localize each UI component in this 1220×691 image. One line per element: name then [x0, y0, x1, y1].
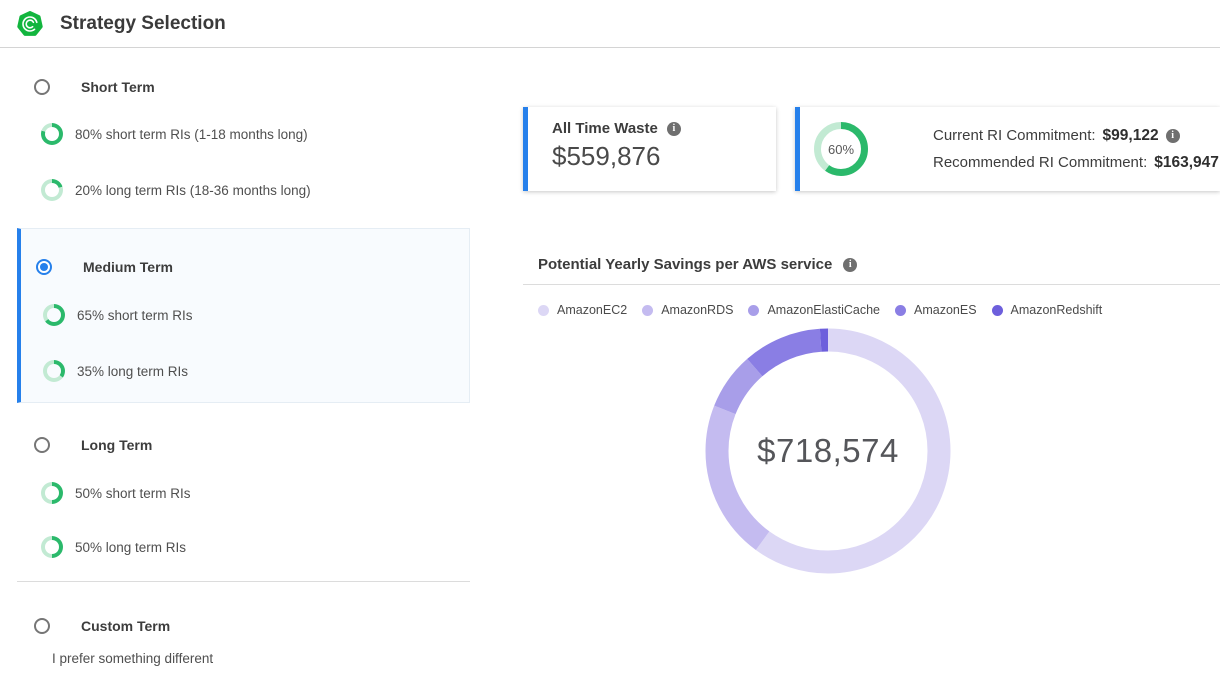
strategy-option-medium-term[interactable]: Medium Term: [36, 255, 173, 279]
strategy-label: Medium Term: [83, 259, 173, 275]
ri-split-label: 50% long term RIs: [75, 540, 186, 555]
ri-commitment-card: 60% Current RI Commitment: $99,122 Recom…: [795, 107, 1220, 191]
page-title: Strategy Selection: [60, 13, 226, 35]
ri-split-row: 50% long term RIs: [41, 535, 186, 559]
section-divider: [17, 581, 470, 582]
strategy-section-long-term: Long Term 50% short term RIs 50% long te…: [17, 425, 470, 575]
legend-dot: [642, 305, 653, 316]
coverage-gauge: 60%: [814, 122, 868, 176]
page-header: Strategy Selection: [0, 0, 1220, 48]
chart-title-row: Potential Yearly Savings per AWS service: [538, 256, 857, 273]
ri-split-label: 65% short term RIs: [77, 308, 193, 323]
current-ri-commitment-value: $99,122: [1103, 127, 1159, 145]
ri-split-label: 80% short term RIs (1-18 months long): [75, 127, 308, 142]
strategy-label: Long Term: [81, 437, 152, 453]
waste-card-value: $559,876: [552, 141, 776, 172]
legend-label: AmazonElastiCache: [767, 303, 880, 317]
info-icon[interactable]: [843, 258, 857, 272]
progress-ring-50-short: [41, 482, 63, 504]
legend-item-amazonelasticache[interactable]: AmazonElastiCache: [748, 303, 880, 317]
recommended-ri-commitment-label: Recommended RI Commitment:: [933, 154, 1147, 171]
strategy-label: Short Term: [81, 79, 155, 95]
info-icon[interactable]: [667, 122, 681, 136]
strategy-option-short-term[interactable]: Short Term: [34, 75, 155, 99]
radio-long-term[interactable]: [34, 437, 50, 453]
ri-split-label: 35% long term RIs: [77, 364, 188, 379]
legend-label: AmazonRedshift: [1011, 303, 1103, 317]
progress-ring-20: [41, 179, 63, 201]
ri-split-row: 65% short term RIs: [43, 303, 193, 327]
radio-custom-term[interactable]: [34, 618, 50, 634]
legend-dot: [748, 305, 759, 316]
legend-dot: [895, 305, 906, 316]
all-time-waste-card: All Time Waste $559,876: [523, 107, 776, 191]
progress-ring-50-long: [41, 536, 63, 558]
legend-item-amazonrds[interactable]: AmazonRDS: [642, 303, 733, 317]
legend-dot: [538, 305, 549, 316]
recommended-ri-commitment-row: Recommended RI Commitment: $163,947: [933, 154, 1220, 172]
chart-divider: [523, 284, 1220, 285]
progress-ring-35: [43, 360, 65, 382]
strategy-selection-page: Strategy Selection Short Term 80% short …: [0, 0, 1220, 691]
legend-label: AmazonES: [914, 303, 977, 317]
radio-medium-term[interactable]: [36, 259, 52, 275]
ri-split-row: 80% short term RIs (1-18 months long): [41, 122, 308, 146]
strategy-section-custom-term: Custom Term I prefer something different: [17, 605, 470, 691]
strategy-option-long-term[interactable]: Long Term: [34, 433, 152, 457]
cloudcheckr-logo-icon: [17, 11, 43, 37]
legend-label: AmazonEC2: [557, 303, 627, 317]
strategy-section-medium-term: Medium Term 65% short term RIs 35% long …: [17, 228, 470, 403]
chart-legend: AmazonEC2 AmazonRDS AmazonElastiCache Am…: [538, 303, 1102, 317]
recommended-ri-commitment-value: $163,947: [1154, 154, 1219, 172]
strategy-label: Custom Term: [81, 618, 170, 634]
legend-dot: [992, 305, 1003, 316]
ri-split-row: 50% short term RIs: [41, 481, 191, 505]
coverage-gauge-label: 60%: [814, 122, 868, 176]
legend-item-amazones[interactable]: AmazonES: [895, 303, 977, 317]
custom-term-description: I prefer something different: [52, 651, 213, 666]
progress-ring-80: [41, 123, 63, 145]
current-ri-commitment-label: Current RI Commitment:: [933, 127, 1096, 144]
chart-title: Potential Yearly Savings per AWS service: [538, 256, 832, 273]
radio-short-term[interactable]: [34, 79, 50, 95]
legend-item-amazonec2[interactable]: AmazonEC2: [538, 303, 627, 317]
savings-donut-chart[interactable]: $718,574: [698, 321, 958, 581]
strategy-option-custom-term[interactable]: Custom Term: [34, 614, 170, 638]
current-ri-commitment-row: Current RI Commitment: $99,122: [933, 127, 1220, 145]
info-icon[interactable]: [1166, 129, 1180, 143]
legend-label: AmazonRDS: [661, 303, 733, 317]
waste-card-label: All Time Waste: [552, 120, 658, 137]
ri-split-label: 50% short term RIs: [75, 486, 191, 501]
progress-ring-65: [43, 304, 65, 326]
ri-split-row: 35% long term RIs: [43, 359, 188, 383]
legend-item-amazonredshift[interactable]: AmazonRedshift: [992, 303, 1103, 317]
donut-center-total: $718,574: [698, 321, 958, 581]
ri-split-label: 20% long term RIs (18-36 months long): [75, 183, 311, 198]
ri-split-row: 20% long term RIs (18-36 months long): [41, 178, 311, 202]
strategy-section-short-term: Short Term 80% short term RIs (1-18 mont…: [17, 64, 470, 224]
